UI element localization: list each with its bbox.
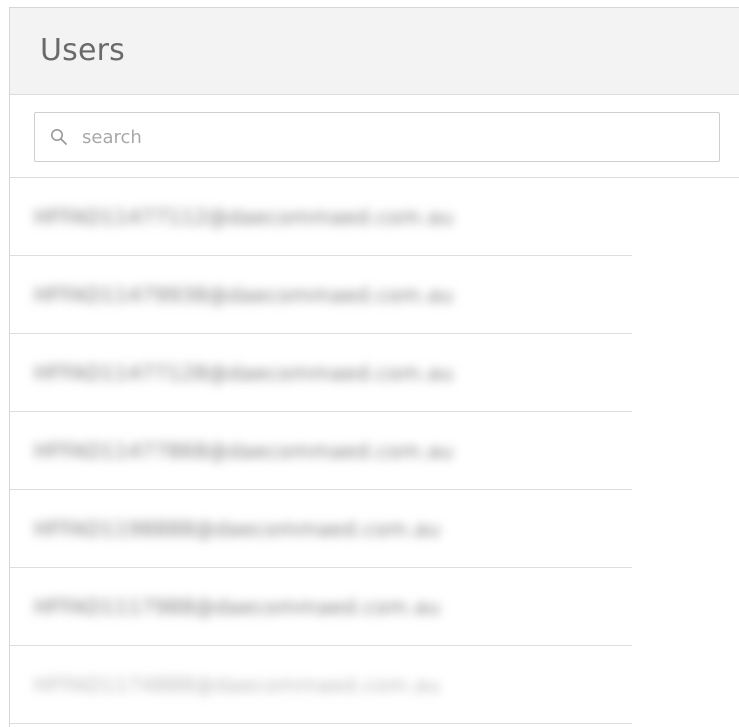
user-email: HFFAD1174888@daecommaed.com.au [34,673,441,697]
panel-header: Users [10,8,739,95]
user-email: HFFAD1117988@daecommaed.com.au [34,595,441,619]
search-icon [50,128,68,146]
user-email: HFFAD1198888@daecommaed.com.au [34,517,441,541]
user-list-item[interactable]: HFFAD11477128@daecommaed.com.au [10,334,739,412]
user-list-item[interactable]: HFFAD1198888@daecommaed.com.au [10,490,739,568]
user-list: HFFAD11477112@daecommaed.com.au HFFAD114… [10,178,739,724]
users-panel: Users HFFAD11477112@daecommaed.com.au HF… [9,7,739,727]
user-email: HFFAD11477868@daecommaed.com.au [34,439,454,463]
user-email: HFFAD11477128@daecommaed.com.au [34,361,454,385]
user-list-item[interactable]: HFFAD1117988@daecommaed.com.au [10,568,739,646]
user-email: HFFAD11477112@daecommaed.com.au [34,205,454,229]
user-email: HFFAD11479938@daecommaed.com.au [34,283,454,307]
user-list-item[interactable]: HFFAD11479938@daecommaed.com.au [10,256,739,334]
page-title: Users [40,32,126,68]
user-list-item[interactable]: HFFAD11477868@daecommaed.com.au [10,412,739,490]
search-section [10,95,739,178]
user-list-item[interactable]: HFFAD1174888@daecommaed.com.au [10,646,739,724]
search-input[interactable] [82,126,642,148]
search-box[interactable] [34,112,720,162]
user-list-item[interactable]: HFFAD11477112@daecommaed.com.au [10,178,739,256]
